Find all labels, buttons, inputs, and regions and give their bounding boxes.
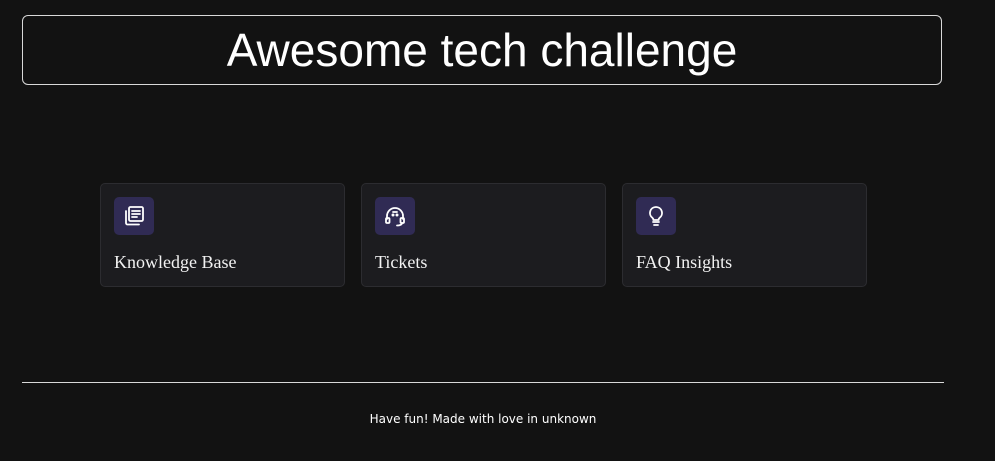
card-tickets[interactable]: Tickets [361, 183, 606, 287]
card-faq-insights[interactable]: FAQ Insights [622, 183, 867, 287]
news-icon [114, 197, 154, 235]
footer-text: Have fun! Made with love in unknown [369, 412, 597, 426]
headset-icon [375, 197, 415, 235]
page-title: Awesome tech challenge [226, 24, 738, 76]
page-header: Awesome tech challenge [22, 15, 942, 85]
card-label: Tickets [375, 252, 428, 272]
card-grid: Knowledge Base Tickets FAQ Insights [100, 183, 867, 287]
lightbulb-icon [636, 197, 676, 235]
card-label: FAQ Insights [636, 252, 733, 272]
card-label: Knowledge Base [114, 252, 237, 272]
footer-divider [22, 382, 944, 383]
card-knowledge-base[interactable]: Knowledge Base [100, 183, 345, 287]
